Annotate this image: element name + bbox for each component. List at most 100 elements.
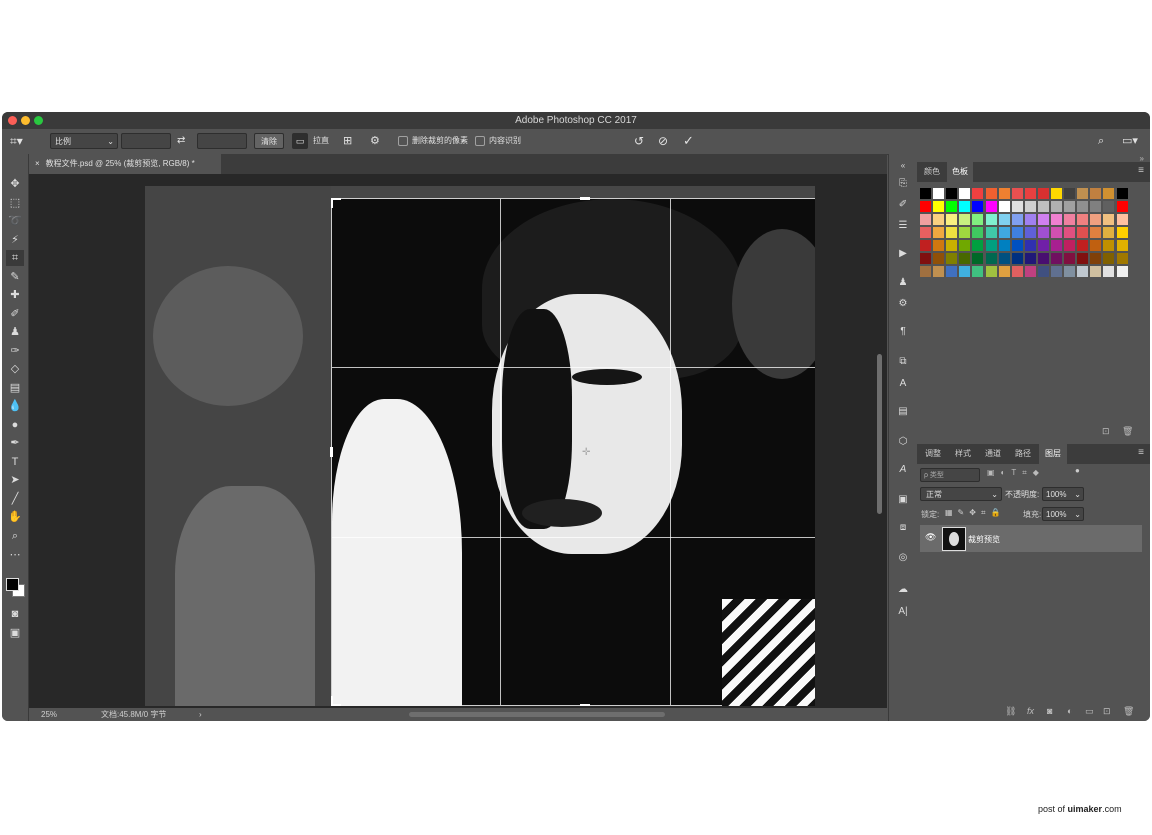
color-swatch[interactable] <box>959 214 971 225</box>
color-swatch[interactable] <box>998 266 1010 277</box>
color-swatch[interactable] <box>959 266 971 277</box>
color-swatch[interactable] <box>920 266 931 277</box>
adjustment-layer-icon[interactable]: ◐ <box>1067 706 1072 716</box>
brush-tool-icon[interactable]: ✐ <box>6 306 24 322</box>
color-swatch[interactable] <box>1090 266 1102 277</box>
notes-panel-icon[interactable]: ▤ <box>895 404 911 420</box>
color-swatch[interactable] <box>1037 240 1049 251</box>
eye-icon[interactable]: 👁 <box>925 532 936 543</box>
color-swatch[interactable] <box>1103 214 1115 225</box>
color-swatch[interactable] <box>1037 188 1049 199</box>
color-swatch[interactable] <box>946 188 958 199</box>
add-mask-icon[interactable]: ◙ <box>1047 706 1052 716</box>
tool-presets-icon[interactable]: ⚙ <box>895 296 911 312</box>
line-tool-icon[interactable]: ╱ <box>6 491 24 507</box>
actions-panel-icon[interactable]: ▶ <box>895 246 911 262</box>
color-swatch[interactable] <box>1103 253 1115 264</box>
color-swatch[interactable] <box>1051 253 1062 264</box>
color-swatch[interactable] <box>959 227 971 238</box>
color-swatch[interactable] <box>985 201 997 212</box>
screen-mode-icon[interactable]: ▣ <box>6 625 24 641</box>
cancel-crop-icon[interactable]: ⊘ <box>658 133 668 149</box>
color-swatch[interactable] <box>959 240 971 251</box>
color-swatch[interactable] <box>1090 214 1102 225</box>
color-swatch[interactable] <box>920 227 931 238</box>
tab-adjustments[interactable]: 调整 <box>919 444 947 464</box>
eraser-tool-icon[interactable]: ◇ <box>6 361 24 377</box>
color-swatch[interactable] <box>985 253 997 264</box>
color-swatch[interactable] <box>985 266 997 277</box>
color-swatch[interactable] <box>933 214 945 225</box>
dodge-tool-icon[interactable]: ● <box>6 417 24 433</box>
horizontal-scrollbar[interactable] <box>409 712 665 717</box>
foreground-color-swatch[interactable] <box>6 578 19 591</box>
tab-styles[interactable]: 样式 <box>949 444 977 464</box>
color-swatch[interactable] <box>985 188 997 199</box>
color-swatch[interactable] <box>1051 201 1062 212</box>
color-swatch[interactable] <box>933 227 945 238</box>
new-swatch-button-icon[interactable]: ⊡ <box>1102 426 1110 437</box>
color-swatch[interactable] <box>933 188 945 199</box>
color-swatch[interactable] <box>1116 227 1128 238</box>
lock-icons[interactable]: ▦✎✥⌗🔒 <box>945 508 1005 518</box>
zoom-window-button[interactable] <box>34 116 43 125</box>
color-swatch[interactable] <box>1064 214 1076 225</box>
clone-source-icon[interactable]: ♟ <box>895 275 911 291</box>
layer-filter-icons[interactable]: ▣◐T⌗◆ <box>987 468 1045 478</box>
color-swatch[interactable] <box>972 253 984 264</box>
straighten-icon[interactable]: ▭ <box>292 133 308 149</box>
blend-mode-select[interactable]: 正常 ⌄ <box>920 487 1002 501</box>
color-swatch[interactable] <box>1090 201 1102 212</box>
zoom-tool-icon[interactable]: ⌕ <box>6 528 24 544</box>
panel-menu-icon[interactable]: ≡ <box>1138 165 1144 176</box>
color-swatch[interactable] <box>1024 227 1036 238</box>
canvas-area[interactable]: ✛ <box>29 174 887 708</box>
color-swatch[interactable] <box>1064 188 1076 199</box>
move-tool-icon[interactable]: ✥ <box>6 176 24 192</box>
ratio-select[interactable]: 比例 ⌄ <box>50 133 118 149</box>
3d-panel-icon[interactable]: ⬡ <box>895 434 911 450</box>
crop-handle-bottom[interactable] <box>580 704 590 706</box>
color-swatch[interactable] <box>1011 188 1023 199</box>
color-swatch[interactable] <box>1051 240 1062 251</box>
color-swatch[interactable] <box>933 201 945 212</box>
color-swatch[interactable] <box>946 227 958 238</box>
color-swatch[interactable] <box>1116 240 1128 251</box>
clone-stamp-tool-icon[interactable]: ♟ <box>6 324 24 340</box>
tab-channels[interactable]: 通道 <box>979 444 1007 464</box>
history-panel-icon[interactable]: ⎘ <box>895 176 911 192</box>
color-swatch[interactable] <box>985 240 997 251</box>
color-swatch[interactable] <box>920 201 931 212</box>
color-swatch[interactable] <box>1064 266 1076 277</box>
color-swatch[interactable] <box>998 214 1010 225</box>
character-styles-icon[interactable]: ⧉ <box>895 354 911 370</box>
gradient-tool-icon[interactable]: ▤ <box>6 380 24 396</box>
type-panel-icon[interactable]: A| <box>895 604 911 620</box>
close-tab-icon[interactable]: × <box>35 159 40 168</box>
color-swatch[interactable] <box>946 214 958 225</box>
tab-layers[interactable]: 图层 <box>1039 444 1067 464</box>
fill-field[interactable]: 100% ⌄ <box>1042 507 1084 521</box>
color-swatch[interactable] <box>1077 214 1089 225</box>
layer-name[interactable]: 裁剪预览 <box>968 534 1000 545</box>
tab-color[interactable]: 颜色 <box>919 162 945 182</box>
reset-crop-icon[interactable]: ↺ <box>634 133 644 149</box>
color-swatch[interactable] <box>1051 227 1062 238</box>
color-swatch[interactable] <box>1116 201 1128 212</box>
color-swatch[interactable] <box>1037 253 1049 264</box>
color-swatch[interactable] <box>1037 266 1049 277</box>
ratio-width-field[interactable] <box>121 133 171 149</box>
color-swatch[interactable] <box>946 253 958 264</box>
color-swatch[interactable] <box>946 266 958 277</box>
workspace-icon[interactable]: ▭▾ <box>1122 133 1138 149</box>
color-swatch[interactable] <box>1090 188 1102 199</box>
color-swatch[interactable] <box>998 240 1010 251</box>
layer-filter-select[interactable]: ρ 类型 <box>920 468 980 482</box>
quick-mask-icon[interactable]: ◙ <box>6 606 24 622</box>
color-swatch[interactable] <box>920 253 931 264</box>
color-swatch[interactable] <box>1037 201 1049 212</box>
crop-preview-image[interactable]: ✛ <box>330 197 815 706</box>
color-swatch[interactable] <box>1103 266 1115 277</box>
color-swatch[interactable] <box>1064 201 1076 212</box>
color-swatch[interactable] <box>1077 188 1089 199</box>
